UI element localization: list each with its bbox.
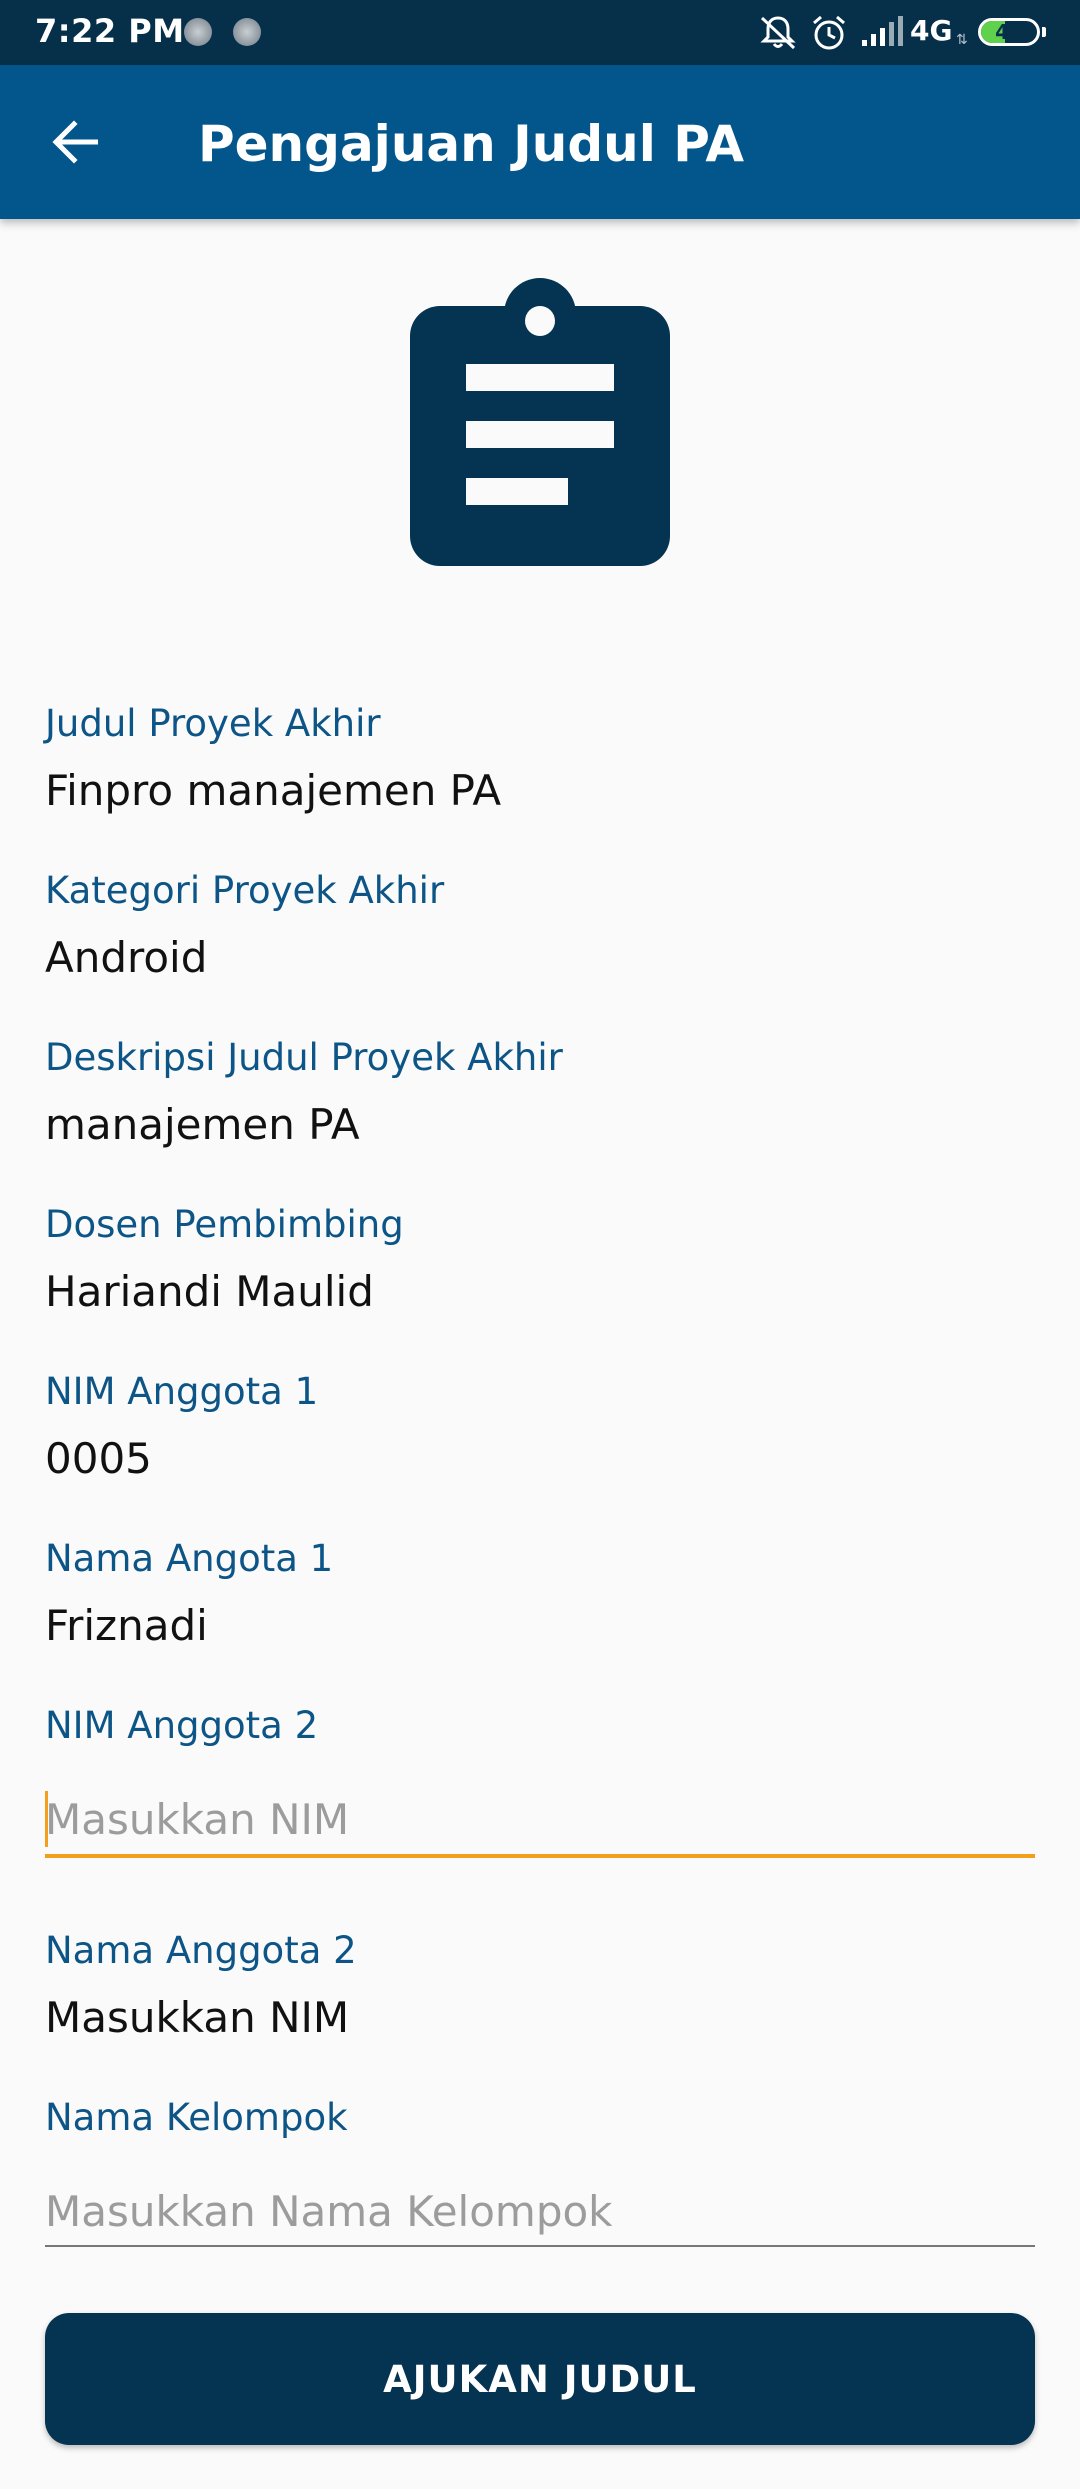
nim-anggota-1-value: 0005 bbox=[45, 1434, 152, 1483]
battery-tip bbox=[1042, 27, 1046, 37]
clipboard-icon bbox=[410, 278, 670, 566]
nama-anggota-1-label: Nama Angota 1 bbox=[45, 1537, 334, 1580]
status-bar: 7:22 PM 4G ⇅ 42 bbox=[0, 0, 1080, 65]
notification-dot-icon bbox=[233, 18, 261, 46]
nama-anggota-1-value: Friznadi bbox=[45, 1601, 208, 1650]
nama-kelompok-label: Nama Kelompok bbox=[45, 2096, 348, 2139]
back-button[interactable] bbox=[44, 110, 108, 174]
nim-anggota-2-input[interactable] bbox=[45, 1784, 1035, 1854]
mute-icon bbox=[760, 16, 796, 50]
alarm-icon bbox=[813, 15, 845, 50]
signal-icon bbox=[862, 16, 903, 46]
network-type: 4G bbox=[910, 14, 953, 47]
kategori-label: Kategori Proyek Akhir bbox=[45, 869, 445, 912]
kategori-value: Android bbox=[45, 933, 208, 982]
nama-kelompok-input[interactable] bbox=[45, 2176, 1035, 2246]
nim-anggota-2-label: NIM Anggota 2 bbox=[45, 1704, 319, 1747]
page-title: Pengajuan Judul PA bbox=[198, 115, 745, 173]
nama-kelompok-underline bbox=[45, 2245, 1035, 2247]
judul-label: Judul Proyek Akhir bbox=[45, 702, 381, 745]
arrow-back-icon bbox=[52, 120, 98, 164]
deskripsi-label: Deskripsi Judul Proyek Akhir bbox=[45, 1036, 563, 1079]
app-bar: Pengajuan Judul PA bbox=[0, 65, 1080, 219]
dosen-value: Hariandi Maulid bbox=[45, 1267, 374, 1316]
battery-icon: 42 bbox=[978, 18, 1040, 46]
nim-anggota-1-label: NIM Anggota 1 bbox=[45, 1370, 319, 1413]
nama-anggota-2-value: Masukkan NIM bbox=[45, 1993, 350, 2042]
deskripsi-value: manajemen PA bbox=[45, 1100, 360, 1149]
nim-anggota-2-underline-focused bbox=[45, 1854, 1035, 1858]
ajukan-judul-button[interactable]: AJUKAN JUDUL bbox=[45, 2313, 1035, 2445]
dosen-label: Dosen Pembimbing bbox=[45, 1203, 404, 1246]
network-activity-icon: ⇅ bbox=[956, 32, 968, 48]
nama-anggota-2-label: Nama Anggota 2 bbox=[45, 1929, 357, 1972]
text-caret bbox=[45, 1791, 48, 1847]
notification-dot-icon bbox=[184, 18, 212, 46]
status-time: 7:22 PM bbox=[35, 12, 185, 50]
battery-level: 42 bbox=[995, 20, 1023, 44]
judul-value: Finpro manajemen PA bbox=[45, 766, 502, 815]
